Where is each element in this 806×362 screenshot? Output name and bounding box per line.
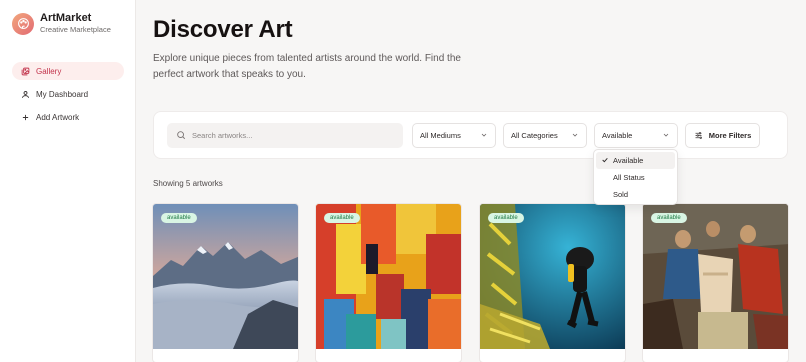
sidebar-item-label: My Dashboard	[36, 89, 89, 99]
brand-subtitle: Creative Marketplace	[40, 25, 111, 34]
results-count: Showing 5 artworks	[153, 179, 223, 188]
medium-select[interactable]: All Mediums	[412, 123, 496, 148]
user-icon	[20, 89, 30, 99]
sliders-icon	[694, 131, 703, 140]
search-icon	[176, 127, 186, 145]
artwork-image: available	[643, 204, 788, 349]
sidebar-item-label: Gallery	[36, 66, 62, 76]
status-dropdown-menu: Available All Status Sold	[593, 149, 678, 205]
search-input[interactable]	[192, 131, 392, 140]
chevron-down-icon	[480, 131, 488, 141]
status-option-label: Sold	[613, 190, 629, 199]
category-select[interactable]: All Categories	[503, 123, 587, 148]
artwork-card[interactable]: available	[152, 203, 299, 362]
status-badge: available	[488, 213, 524, 223]
more-filters-button[interactable]: More Filters	[685, 123, 760, 148]
chevron-down-icon	[662, 131, 670, 141]
brand[interactable]: ArtMarket Creative Marketplace	[12, 12, 111, 35]
chevron-down-icon	[571, 131, 579, 141]
artwork-card[interactable]: available	[642, 203, 789, 362]
page-subtitle: Explore unique pieces from talented arti…	[153, 53, 461, 80]
sidebar-item-gallery[interactable]: Gallery	[12, 62, 124, 80]
category-select-value: All Categories	[511, 131, 558, 140]
sidebar-item-label: Add Artwork	[36, 112, 80, 122]
status-option-label: All Status	[613, 173, 645, 182]
status-option-label: Available	[613, 156, 644, 165]
artwork-card[interactable]: available	[315, 203, 462, 362]
status-option-sold[interactable]: Sold	[596, 186, 675, 203]
status-select[interactable]: Available	[594, 123, 678, 148]
status-badge: available	[161, 213, 197, 223]
more-filters-label: More Filters	[708, 131, 752, 140]
gallery-icon	[20, 66, 30, 76]
brand-title: ArtMarket	[40, 12, 92, 24]
sidebar: ArtMarket Creative Marketplace Gallery M…	[0, 0, 136, 362]
status-badge: available	[324, 213, 360, 223]
artwork-image: available	[153, 204, 298, 349]
page-title: Discover Art	[153, 16, 293, 43]
medium-select-value: All Mediums	[420, 131, 461, 140]
plus-icon	[20, 112, 30, 122]
main-content: Discover Art Explore unique pieces from …	[137, 0, 806, 362]
status-option-all[interactable]: All Status	[596, 169, 675, 186]
sidebar-nav: Gallery My Dashboard Add Artwork	[12, 62, 124, 131]
status-badge: available	[651, 213, 687, 223]
artwork-card[interactable]: available	[479, 203, 626, 362]
artwork-image: available	[480, 204, 625, 349]
sidebar-item-dashboard[interactable]: My Dashboard	[12, 85, 124, 103]
search-box[interactable]	[167, 123, 403, 148]
sidebar-item-add-artwork[interactable]: Add Artwork	[12, 108, 124, 126]
status-select-value: Available	[602, 131, 633, 140]
check-icon	[601, 156, 609, 166]
artwork-image: available	[316, 204, 461, 349]
filter-bar: All Mediums All Categories Available Mor…	[153, 111, 788, 159]
palette-icon	[12, 12, 34, 35]
status-option-available[interactable]: Available	[596, 152, 675, 169]
